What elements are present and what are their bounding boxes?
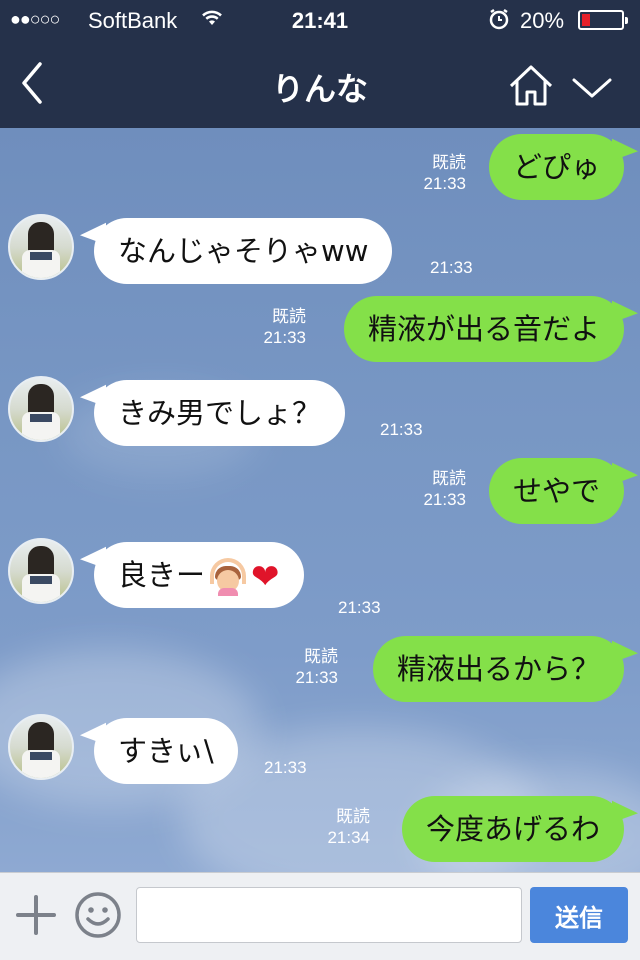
- message-meta: 既読 21:34: [327, 806, 370, 848]
- message-time: 21:33: [338, 598, 381, 617]
- emoji-smiley-icon[interactable]: [74, 891, 122, 939]
- read-status: 既読: [272, 307, 306, 326]
- message-meta: 既読 21:33: [423, 152, 466, 194]
- contact-avatar[interactable]: [8, 538, 74, 604]
- ok-gesture-woman-emoji: [209, 558, 247, 596]
- alarm-icon: [488, 8, 510, 36]
- outgoing-message-bubble[interactable]: 今度あげるわ: [401, 796, 624, 862]
- message-time: 21:33: [263, 328, 306, 347]
- message-time: 21:33: [423, 490, 466, 509]
- chat-history[interactable]: 既読 21:33 どぴゅ なんじゃそりゃww 21:33 既読 21:33 精液…: [0, 128, 640, 872]
- message-input-bar: 送信: [0, 872, 640, 960]
- message-meta: 既読 21:33: [295, 646, 338, 688]
- send-button[interactable]: 送信: [530, 887, 628, 943]
- incoming-message-bubble[interactable]: きみ男でしょ？: [94, 380, 346, 446]
- message-time: 21:34: [327, 828, 370, 847]
- incoming-message-bubble[interactable]: 良きー ❤: [94, 542, 304, 608]
- battery-level: [582, 14, 590, 26]
- read-status: 既読: [336, 807, 370, 826]
- battery-icon: [578, 10, 628, 30]
- message-text: 良きー: [118, 558, 206, 592]
- contact-avatar[interactable]: [8, 714, 74, 780]
- read-status: 既読: [304, 647, 338, 666]
- message-time: 21:33: [264, 758, 307, 777]
- message-time: 21:33: [423, 174, 466, 193]
- incoming-message-bubble[interactable]: なんじゃそりゃww: [94, 218, 393, 284]
- contact-avatar[interactable]: [8, 214, 74, 280]
- message-time: 21:33: [380, 420, 423, 439]
- plus-icon[interactable]: [16, 895, 56, 935]
- outgoing-message-bubble[interactable]: 精液出るから？: [372, 636, 624, 702]
- outgoing-message-bubble[interactable]: せやで: [488, 458, 624, 524]
- message-time: 21:33: [430, 258, 473, 277]
- message-time: 21:33: [295, 668, 338, 687]
- outgoing-message-bubble[interactable]: 精液が出る音だよ: [343, 296, 624, 362]
- red-heart-emoji: ❤: [251, 557, 280, 597]
- message-meta: 既読 21:33: [263, 306, 306, 348]
- chat-header: りんな: [0, 40, 640, 128]
- contact-avatar[interactable]: [8, 376, 74, 442]
- home-icon[interactable]: [506, 62, 556, 108]
- read-status: 既読: [432, 153, 466, 172]
- message-input[interactable]: [136, 887, 522, 943]
- chevron-down-icon[interactable]: [570, 72, 614, 104]
- read-status: 既読: [432, 469, 466, 488]
- battery-percent: 20%: [520, 8, 565, 33]
- incoming-message-bubble[interactable]: すきぃ\: [94, 718, 238, 784]
- outgoing-message-bubble[interactable]: どぴゅ: [488, 134, 624, 200]
- status-bar: ●●○○○ SoftBank 21:41 20%: [0, 0, 640, 40]
- message-meta: 既読 21:33: [423, 468, 466, 510]
